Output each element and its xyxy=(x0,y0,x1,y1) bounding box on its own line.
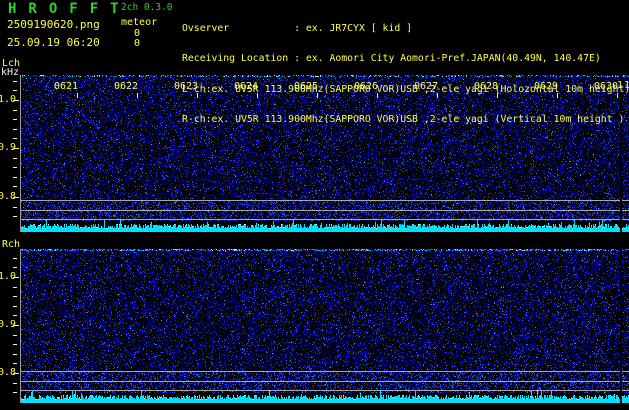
rch-scale-0_9: 0.9 xyxy=(0,319,17,330)
lch-scale-0_8: 0.8 xyxy=(0,191,17,202)
rch-scale-1_0: 1.0 xyxy=(0,271,17,282)
lch-scale-1_0: 1.0 xyxy=(0,94,17,105)
observation-timestamp: 25.09.19 06:20 xyxy=(7,36,100,49)
time-label-0624: 0624 xyxy=(234,81,259,92)
time-label-0630: 0630 xyxy=(594,81,619,92)
time-label-0621: 0621 xyxy=(54,81,79,92)
time-axis-edge-partial-label: 11 xyxy=(617,80,629,91)
info-line-location: Receiving Location : ex. Aomori City Aom… xyxy=(182,53,601,65)
version-label: 2ch 0.3.0 xyxy=(121,2,173,13)
meteor-counter-label: meteor xyxy=(121,17,158,28)
time-label-0626: 0626 xyxy=(354,81,379,92)
rch-scale-0_8: 0.8 xyxy=(0,367,17,378)
meteor-count-rch: 0 xyxy=(134,38,141,49)
info-line-rch-receiver: R-ch:ex. UV5R 113.900Mhz(SAPPORO VOR)USB… xyxy=(182,114,625,126)
lch-scale-0_9: 0.9 xyxy=(0,142,17,153)
output-filename: 2509190620.png xyxy=(7,18,100,31)
station-info-block: Ovserver : ex. JR7CYX [ kid ] Receiving … xyxy=(182,3,629,145)
info-line-observer: Ovserver : ex. JR7CYX [ kid ] xyxy=(182,22,413,34)
khz-unit-label: kHz xyxy=(1,67,20,78)
time-label-0627: 0627 xyxy=(414,81,439,92)
time-label-0629: 0629 xyxy=(534,81,559,92)
hrofft-screen: HROFFT 2ch 0.3.0 2509190620.png meteor 0… xyxy=(0,0,629,410)
time-label-0623: 0623 xyxy=(174,81,199,92)
time-label-0625: 0625 xyxy=(294,81,319,92)
app-title: HROFFT xyxy=(8,1,131,17)
rch-panel-label: Rch xyxy=(2,239,21,250)
time-label-0628: 0628 xyxy=(474,81,499,92)
time-label-0622: 0622 xyxy=(114,81,139,92)
